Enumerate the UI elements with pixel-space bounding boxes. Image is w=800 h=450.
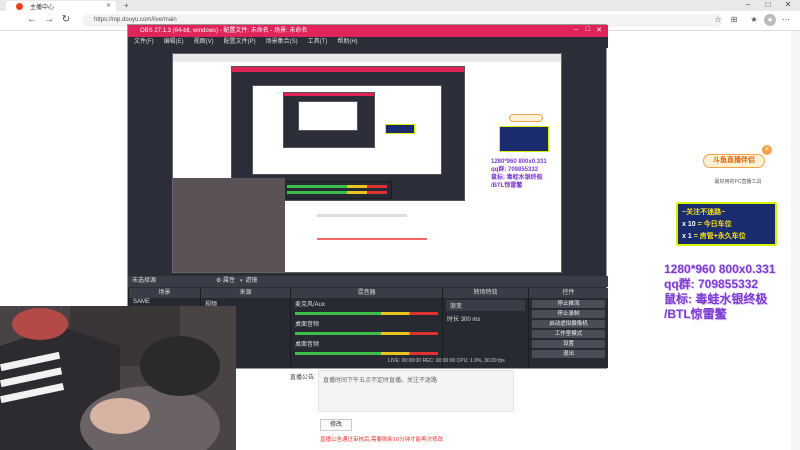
webcam-feed-image bbox=[0, 306, 236, 450]
properties-button[interactable]: ⚙ 属性 bbox=[216, 276, 235, 287]
stop-streaming-button[interactable]: 停止推流 bbox=[532, 300, 605, 308]
browser-tabbar: 主播中心 ✕ + – □ ✕ bbox=[0, 0, 800, 11]
minimize-icon[interactable]: – bbox=[740, 0, 756, 9]
obs-menu-bar: 文件(F) 编辑(E) 视图(V) 配置文件(P) 场景集合(S) 工具(T) … bbox=[128, 37, 608, 48]
menu-edit[interactable]: 编辑(E) bbox=[164, 37, 184, 48]
nested-promo-card bbox=[499, 126, 549, 152]
overlay-line: 鼠标: 毒蛙水银终极 bbox=[664, 292, 768, 306]
widget-subtitle: 最好用的PC直播工具 bbox=[714, 179, 762, 185]
page-scrollbar[interactable] bbox=[791, 31, 800, 450]
new-tab-icon[interactable]: + bbox=[124, 1, 129, 10]
scenes-header: 场景 bbox=[129, 288, 200, 298]
obs-maximize-icon[interactable]: □ bbox=[586, 26, 590, 33]
nested-webcam-feed bbox=[173, 178, 285, 272]
menu-tools[interactable]: 工具(T) bbox=[308, 37, 328, 48]
promo-line: ~关注不迷路~ bbox=[682, 209, 726, 216]
overlay-line: 1280*960 800x0.331 bbox=[664, 262, 776, 276]
mixer-dock: 混音器 麦克风/Aux 桌面音频 桌面音频 bbox=[290, 288, 442, 368]
douyu-favicon-icon bbox=[16, 3, 23, 10]
transition-select[interactable]: 渐变 bbox=[446, 300, 525, 311]
menu-view[interactable]: 视图(V) bbox=[194, 37, 214, 48]
settings-button[interactable]: 设置 bbox=[532, 340, 605, 348]
widget-close-icon[interactable]: × bbox=[762, 145, 772, 155]
nested-obs-window-2 bbox=[283, 92, 375, 148]
controls-dock: 控件 停止推流 停止录制 启动虚拟摄像机 工作室模式 设置 退出 bbox=[528, 288, 608, 368]
refresh-icon[interactable]: ↻ bbox=[60, 14, 72, 25]
transitions-dock: 转场特效 渐变 时长 300 ms bbox=[442, 288, 528, 368]
mixer-track-name: 桌面音频 bbox=[295, 342, 320, 348]
favorites-icon[interactable]: ★ bbox=[748, 14, 760, 26]
obs-close-icon[interactable]: ✕ bbox=[596, 26, 602, 34]
promo-line: x 1 = 房管+永久车位 bbox=[682, 233, 746, 240]
widget-tab[interactable]: 斗鱼直播伴侣 bbox=[703, 154, 765, 168]
more-icon[interactable]: ⋯ bbox=[780, 14, 792, 26]
webcam-feed bbox=[0, 306, 236, 450]
exit-button[interactable]: 退出 bbox=[532, 350, 605, 358]
mixer-track-name: 桌面音频 bbox=[295, 322, 320, 328]
stop-recording-button[interactable]: 停止录制 bbox=[532, 310, 605, 318]
tab-title: 主播中心 bbox=[30, 4, 55, 11]
no-source-label: 未选择源 bbox=[132, 278, 157, 284]
mixer-meter[interactable] bbox=[295, 352, 438, 355]
sources-header: 来源 bbox=[201, 288, 290, 298]
maximize-icon[interactable]: □ bbox=[760, 0, 776, 9]
virtual-camera-button[interactable]: 启动虚拟摄像机 bbox=[532, 320, 605, 328]
scene-item[interactable]: SAME bbox=[129, 298, 200, 306]
transition-duration[interactable]: 时长 300 ms bbox=[443, 313, 528, 324]
controls-header: 控件 bbox=[529, 288, 608, 298]
announcement-label: 直播公告: bbox=[290, 375, 316, 381]
forward-icon[interactable]: → bbox=[43, 14, 55, 25]
menu-profile[interactable]: 配置文件(P) bbox=[224, 37, 256, 48]
obs-minimize-icon[interactable]: – bbox=[574, 26, 578, 33]
filters-button[interactable]: ◐ 滤镜 bbox=[240, 276, 257, 287]
nested-browser-chrome bbox=[173, 54, 561, 62]
obs-preview-canvas[interactable]: 1280*960 800x0.331 qq群: 709855332 鼠标: 毒蛙… bbox=[172, 53, 562, 273]
browser-tab[interactable]: 主播中心 ✕ bbox=[6, 1, 116, 11]
back-icon[interactable]: ← bbox=[26, 14, 38, 25]
obs-status-bar: LIVE: 00:00:00 REC: 00:00:00 CPU: 1.9%, … bbox=[388, 358, 505, 364]
promo-line: x 10 = 今日车位 bbox=[682, 221, 732, 228]
menu-help[interactable]: 帮助(H) bbox=[337, 37, 357, 48]
profile-avatar[interactable]: ● bbox=[764, 14, 776, 26]
menu-scene-collection[interactable]: 场景集合(S) bbox=[266, 37, 298, 48]
close-icon[interactable]: ✕ bbox=[780, 0, 796, 9]
menu-file[interactable]: 文件(F) bbox=[134, 37, 154, 48]
mixer-meter[interactable] bbox=[295, 312, 438, 315]
modify-button[interactable]: 修改 bbox=[320, 419, 352, 431]
collections-icon[interactable]: ⊞ bbox=[728, 14, 740, 26]
overlay-line: /BTL惊雷鳖 bbox=[664, 307, 727, 321]
transitions-header: 转场特效 bbox=[443, 288, 528, 298]
obs-source-toolbar: 未选择源 ⚙ 属性 ◐ 滤镜 bbox=[128, 276, 608, 287]
announcement-textarea[interactable]: 直播时间下午五点不定时直播。关注不迷路 bbox=[318, 370, 514, 412]
promo-card: ~关注不迷路~ x 10 = 今日车位 x 1 = 房管+永久车位 bbox=[676, 202, 777, 246]
overlay-line: qq群: 709855332 bbox=[664, 277, 759, 291]
stream-info-overlay: 1280*960 800x0.331 qq群: 709855332 鼠标: 毒蛙… bbox=[664, 262, 800, 322]
mixer-header: 混音器 bbox=[291, 288, 442, 298]
nested-overlay-text: 1280*960 800x0.331 qq群: 709855332 鼠标: 毒蛙… bbox=[491, 159, 547, 189]
studio-mode-button[interactable]: 工作室模式 bbox=[532, 330, 605, 338]
favorite-icon[interactable]: ☆ bbox=[712, 14, 724, 26]
mixer-meter[interactable] bbox=[295, 332, 438, 335]
mixer-track-name: 麦克风/Aux bbox=[295, 302, 326, 308]
tab-close-icon[interactable]: ✕ bbox=[106, 2, 111, 9]
nested-page-form bbox=[287, 204, 487, 272]
obs-title-bar: OBS 27.1.3 (64-bit, windows) - 配置文件: 未命名… bbox=[128, 25, 608, 37]
announcement-hint: 直播公告通过审核后,需要刷新10分钟才能再次修改 bbox=[320, 437, 444, 443]
nested-preview bbox=[252, 85, 442, 175]
nested-widget-tab bbox=[509, 114, 543, 122]
